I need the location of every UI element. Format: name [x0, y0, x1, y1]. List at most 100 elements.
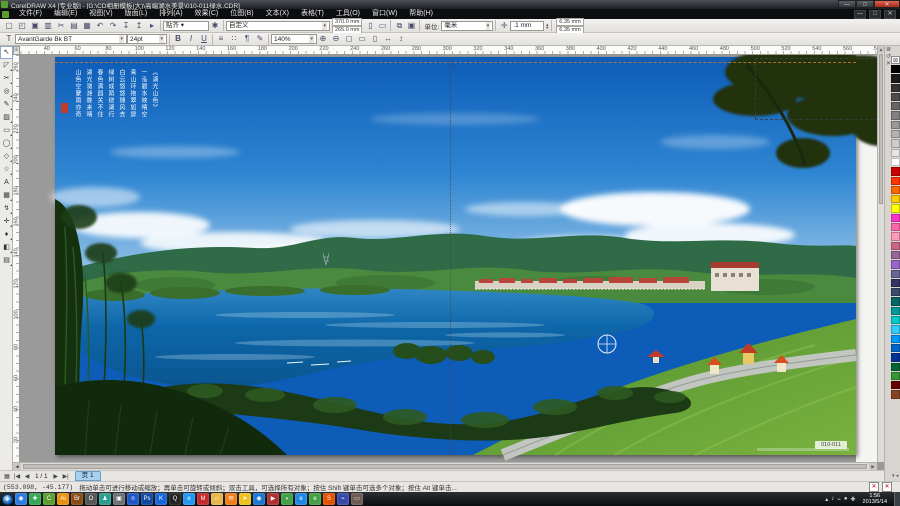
basic-shapes-tool[interactable]: ☆ — [0, 163, 13, 176]
duplicate-distance[interactable]: 6.35 mm 6.35 mm — [556, 17, 584, 34]
color-swatch-6[interactable] — [891, 120, 900, 130]
vertical-scrollbar[interactable]: ▲ — [877, 46, 884, 462]
horizontal-ruler[interactable]: 2040608010012014016018020022024026028030… — [13, 46, 877, 55]
color-swatch-33[interactable] — [891, 371, 900, 381]
color-swatch-2[interactable] — [891, 83, 900, 92]
color-swatch-32[interactable] — [891, 362, 900, 371]
taskbar-app-ie[interactable]: e — [295, 493, 307, 505]
tray-icon-3[interactable]: ● — [844, 496, 848, 503]
zoom-tool[interactable]: ◎ — [0, 85, 13, 98]
taskbar-app-photoshop[interactable]: Ps — [141, 493, 153, 505]
open-icon[interactable]: ◰ — [16, 20, 28, 32]
text-style-i[interactable]: I — [185, 33, 197, 45]
color-swatch-18[interactable] — [891, 232, 900, 241]
zoom-all-icon[interactable]: ▭ — [356, 33, 368, 45]
start-button[interactable]: ❖ — [2, 493, 13, 505]
horizontal-scroll-thumb[interactable] — [23, 464, 867, 469]
taskbar-app-bridge[interactable]: Br — [71, 493, 83, 505]
color-swatch-21[interactable] — [891, 260, 900, 269]
tray-icon-4[interactable]: ✚ — [851, 496, 856, 503]
zoom-selected-icon[interactable]: ◻ — [343, 33, 355, 45]
show-desktop-button[interactable] — [894, 492, 900, 506]
scroll-left-icon[interactable]: ◀ — [13, 463, 21, 470]
taskbar-app-office[interactable]: O — [85, 493, 97, 505]
taskbar-app-illustrator[interactable]: Ai — [57, 493, 69, 505]
text-tool[interactable]: A — [0, 176, 13, 189]
color-swatch-31[interactable] — [891, 353, 900, 362]
color-swatch-5[interactable] — [891, 111, 900, 120]
color-swatch-34[interactable] — [891, 381, 900, 390]
new-icon[interactable]: ▢ — [3, 20, 15, 32]
drawing-canvas[interactable]: 《湖光山色》 一泓碧水映晴空 青山环抱翠如屏 白云悠悠随风去 绿树成荫绕湖行 春色满园关不… — [20, 55, 877, 462]
font-size-dropdown[interactable]: 24pt ▾ — [127, 34, 167, 44]
color-swatch-15[interactable] — [891, 204, 900, 213]
drop-cap-icon[interactable]: ¶ — [241, 33, 253, 45]
tray-icon-1[interactable]: ♪ — [831, 496, 834, 503]
font-name-dropdown[interactable]: AvantGarde Bk BT ▾ — [15, 34, 127, 44]
taskbar-app-360safe[interactable]: ✚ — [29, 493, 41, 505]
options-icon[interactable]: ✱ — [209, 20, 221, 32]
cut-icon[interactable]: ✂ — [55, 20, 67, 32]
zoom-level-dropdown[interactable]: 140% ▾ — [271, 34, 317, 44]
color-swatch-30[interactable] — [891, 343, 900, 353]
taskbar-app-image-viewer[interactable]: ▣ — [113, 493, 125, 505]
nudge-spinner[interactable]: ▲ ▼ — [545, 22, 549, 29]
doc-control-2[interactable]: ✕ — [884, 9, 896, 19]
snap-dropdown[interactable]: 贴齐 ▾ — [163, 20, 209, 31]
zoom-out-icon[interactable]: ⊖ — [330, 33, 342, 45]
taskbar-app-360browser[interactable]: e — [183, 493, 195, 505]
last-page-button[interactable]: ▶| — [61, 473, 71, 480]
scroll-right-icon[interactable]: ▶ — [869, 463, 877, 470]
tray-icon-0[interactable]: ▴ — [825, 496, 828, 503]
color-swatch-35[interactable] — [891, 390, 900, 399]
taskbar-app-drive[interactable]: ▭ — [351, 493, 363, 505]
color-swatch-20[interactable] — [891, 250, 900, 260]
color-swatch-4[interactable] — [891, 102, 900, 111]
taskbar-app-qq-game[interactable]: ♟ — [99, 493, 111, 505]
crop-tool[interactable]: ✂ — [0, 72, 13, 85]
color-swatch-29[interactable] — [891, 334, 900, 343]
color-swatch-22[interactable] — [891, 269, 900, 278]
paste-icon[interactable]: ▦ — [81, 20, 93, 32]
page-size-preset-dropdown[interactable]: 自定义 ▾ — [226, 20, 330, 31]
ellipse-tool[interactable]: ◯ — [0, 137, 13, 150]
taskbar-app-sogou[interactable]: S — [323, 493, 335, 505]
color-swatch-9[interactable] — [891, 148, 900, 157]
ruler-origin[interactable]: ⊞ — [13, 46, 20, 55]
undo-icon[interactable]: ↶ — [94, 20, 106, 32]
units-dropdown[interactable]: 毫米 ▾ — [441, 20, 494, 31]
taskbar-clock[interactable]: 1:56 2013/5/14 — [859, 493, 891, 505]
rectangle-tool[interactable]: ▭ — [0, 124, 13, 137]
copy-icon[interactable]: ▤ — [68, 20, 80, 32]
menu-item-11[interactable]: 帮助(H) — [403, 9, 439, 19]
zoom-in-icon[interactable]: ⊕ — [317, 33, 329, 45]
eyedropper-tool[interactable]: ✛ — [0, 215, 13, 228]
landscape-button[interactable]: ▭ — [376, 20, 388, 32]
redo-icon[interactable]: ↷ — [107, 20, 119, 32]
taskbar-app-thunder[interactable]: ➤ — [239, 493, 251, 505]
menu-item-4[interactable]: 排列(A) — [153, 9, 188, 19]
current-page-button[interactable]: ▣ — [405, 20, 417, 32]
save-icon[interactable]: ▣ — [29, 20, 41, 32]
taskbar-app-browser-globe[interactable]: ◉ — [15, 493, 27, 505]
color-swatch-8[interactable] — [891, 139, 900, 148]
taskbar-app-coreldraw[interactable]: C — [43, 493, 55, 505]
taskbar-app-folder[interactable]: ▱ — [211, 493, 223, 505]
zoom-page-icon[interactable]: ▯ — [369, 33, 381, 45]
taskbar-app-kugou[interactable]: K — [155, 493, 167, 505]
taskbar-app-n[interactable]: n — [127, 493, 139, 505]
all-pages-button[interactable]: ⧉ — [393, 20, 405, 32]
text-style-u[interactable]: U — [198, 33, 210, 45]
outline-tool[interactable]: ♦ — [0, 228, 13, 241]
no-color-swatch[interactable]: ⊠ — [891, 56, 900, 64]
page-tab-1[interactable]: 页 1 — [74, 471, 101, 481]
bullet-list-icon[interactable]: ∷ — [228, 33, 240, 45]
menu-item-2[interactable]: 视图(V) — [83, 9, 118, 19]
color-swatch-23[interactable] — [891, 278, 900, 288]
color-swatch-1[interactable] — [891, 74, 900, 83]
color-swatch-3[interactable] — [891, 92, 900, 102]
nudge-field[interactable]: .1 mm — [510, 20, 545, 31]
page-spread-photo[interactable]: 《湖光山色》 一泓碧水映晴空 青山环抱翠如屏 白云悠悠随风去 绿树成荫绕湖行 春色满园关不… — [50, 55, 877, 461]
polygon-tool[interactable]: ◇ — [0, 150, 13, 163]
color-swatch-0[interactable] — [891, 65, 900, 74]
